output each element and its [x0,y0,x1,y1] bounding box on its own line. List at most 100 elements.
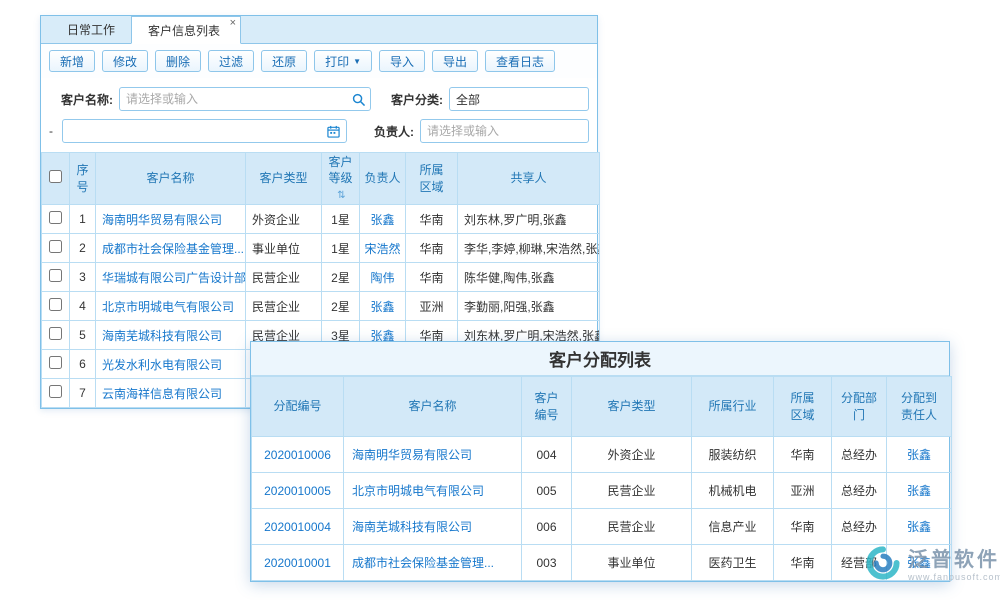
row-index: 6 [70,350,96,379]
customer-name-field[interactable] [119,87,371,111]
allocation-row[interactable]: 2020010005 北京市明城电气有限公司 005 民营企业 机械机电 亚洲 … [252,473,952,509]
alloc-no-cell: 2020010004 [252,509,344,545]
export-button[interactable]: 导出 [432,50,478,72]
customer-no-cell: 005 [522,473,572,509]
restore-button[interactable]: 还原 [261,50,307,72]
tab-daily-work[interactable]: 日常工作 [51,16,131,43]
date-range-separator: - [49,124,56,138]
customer-name-cell: 云南海祥信息有限公司 [96,379,246,408]
customer-category-select[interactable]: 全部 [449,87,589,111]
customer-name-input[interactable] [120,92,346,106]
assignee-link[interactable]: 张鑫 [907,484,931,498]
alloc-no-cell: 2020010001 [252,545,344,581]
edit-button[interactable]: 修改 [102,50,148,72]
owner-input[interactable] [421,124,588,138]
customer-category-label: 客户分类: [377,91,443,108]
row-checkbox[interactable] [49,327,62,340]
assignee-link[interactable]: 张鑫 [907,556,931,570]
alloc-no-link[interactable]: 2020010006 [264,448,331,462]
owner-link[interactable]: 张鑫 [370,300,394,314]
view-log-button[interactable]: 查看日志 [485,50,555,72]
col-header-alloc-region: 所属 区域 [774,377,832,437]
alloc-customer-name-link[interactable]: 北京市明城电气有限公司 [352,484,484,498]
customer-name-label: 客户名称: [49,91,113,108]
customer-row[interactable]: 3 华瑞城有限公司广告设计部 民营企业 2星 陶伟 华南 陈华健,陶伟,张鑫 [42,263,600,292]
alloc-no-link[interactable]: 2020010005 [264,484,331,498]
col-header-alloc-customer-name: 客户名称 [344,377,522,437]
tab-bar: 日常工作 客户信息列表 × [41,16,597,44]
customer-name-link[interactable]: 光发水利水电有限公司 [102,358,222,372]
customer-name-link[interactable]: 华瑞城有限公司广告设计部 [102,271,246,285]
allocation-row[interactable]: 2020010004 海南芜城科技有限公司 006 民营企业 信息产业 华南 总… [252,509,952,545]
industry-cell: 医药卫生 [692,545,774,581]
owner-link[interactable]: 陶伟 [370,271,394,285]
alloc-customer-name-cell: 海南明华贸易有限公司 [344,437,522,473]
filter-button[interactable]: 过滤 [208,50,254,72]
customer-level-cell: 2星 [322,292,360,321]
alloc-dept-cell: 总经办 [832,473,887,509]
date-field[interactable] [62,119,346,143]
alloc-customer-type-cell: 民营企业 [572,473,692,509]
alloc-no-link[interactable]: 2020010001 [264,556,331,570]
col-header-customer-level[interactable]: 客户 等级⇅ [322,153,360,205]
customer-name-cell: 成都市社会保险基金管理... [96,234,246,263]
assignee-link[interactable]: 张鑫 [907,520,931,534]
tab-customer-info-list[interactable]: 客户信息列表 × [131,16,241,44]
dialog-title: 客户分配列表 [251,342,949,376]
select-all-checkbox[interactable] [49,170,62,183]
print-button[interactable]: 打印 ▼ [314,50,372,72]
delete-button[interactable]: 删除 [155,50,201,72]
row-index: 2 [70,234,96,263]
customer-name-link[interactable]: 海南芜城科技有限公司 [102,329,222,343]
row-checkbox[interactable] [49,385,62,398]
import-button[interactable]: 导入 [379,50,425,72]
owner-link[interactable]: 张鑫 [370,213,394,227]
customer-level-cell: 2星 [322,263,360,292]
customer-category-value: 全部 [450,91,486,108]
calendar-icon[interactable] [322,125,346,138]
allocation-row[interactable]: 2020010006 海南明华贸易有限公司 004 外资企业 服装纺织 华南 总… [252,437,952,473]
alloc-customer-name-cell: 成都市社会保险基金管理... [344,545,522,581]
search-icon[interactable] [346,93,370,106]
customer-row[interactable]: 4 北京市明城电气有限公司 民营企业 2星 张鑫 亚洲 李勤丽,阳强,张鑫 [42,292,600,321]
alloc-customer-name-link[interactable]: 成都市社会保险基金管理... [352,556,494,570]
tab-customer-info-list-label: 客户信息列表 [148,22,220,39]
row-index: 7 [70,379,96,408]
shared-cell: 刘东林,罗广明,张鑫 [458,205,600,234]
owner-cell: 宋浩然 [360,234,406,263]
owner-field[interactable] [420,119,589,143]
row-checkbox[interactable] [49,298,62,311]
customer-row[interactable]: 2 成都市社会保险基金管理... 事业单位 1星 宋浩然 华南 李华,李婷,柳琳… [42,234,600,263]
row-checkbox[interactable] [49,240,62,253]
row-select-cell [42,263,70,292]
add-button[interactable]: 新增 [49,50,95,72]
alloc-customer-name-link[interactable]: 海南芜城科技有限公司 [352,520,472,534]
alloc-no-link[interactable]: 2020010004 [264,520,331,534]
row-checkbox[interactable] [49,356,62,369]
alloc-customer-name-link[interactable]: 海南明华贸易有限公司 [352,448,472,462]
owner-link[interactable]: 宋浩然 [364,242,400,256]
date-input[interactable] [63,124,321,138]
customer-name-link[interactable]: 成都市社会保险基金管理... [102,242,244,256]
assignee-link[interactable]: 张鑫 [907,448,931,462]
allocation-row[interactable]: 2020010001 成都市社会保险基金管理... 003 事业单位 医药卫生 … [252,545,952,581]
customer-no-cell: 006 [522,509,572,545]
col-header-alloc-dept: 分配部 门 [832,377,887,437]
customer-name-cell: 光发水利水电有限公司 [96,350,246,379]
tab-close-icon[interactable]: × [230,18,236,29]
industry-cell: 信息产业 [692,509,774,545]
allocation-table-body: 2020010006 海南明华贸易有限公司 004 外资企业 服装纺织 华南 总… [252,437,952,581]
chevron-down-icon: ▼ [353,57,361,66]
row-index: 3 [70,263,96,292]
customer-name-link[interactable]: 云南海祥信息有限公司 [102,387,222,401]
row-checkbox[interactable] [49,269,62,282]
alloc-region-cell: 华南 [774,545,832,581]
allocation-table-header: 分配编号 客户名称 客户 编号 客户类型 所属行业 所属 区域 分配部 门 分配… [252,377,952,437]
row-checkbox[interactable] [49,211,62,224]
customer-name-link[interactable]: 北京市明城电气有限公司 [102,300,234,314]
sort-icon[interactable]: ⇅ [337,190,345,201]
col-header-owner: 负责人 [360,153,406,205]
customer-row[interactable]: 1 海南明华贸易有限公司 外资企业 1星 张鑫 华南 刘东林,罗广明,张鑫 [42,205,600,234]
customer-name-link[interactable]: 海南明华贸易有限公司 [102,213,222,227]
col-header-customer-type: 客户类型 [246,153,322,205]
